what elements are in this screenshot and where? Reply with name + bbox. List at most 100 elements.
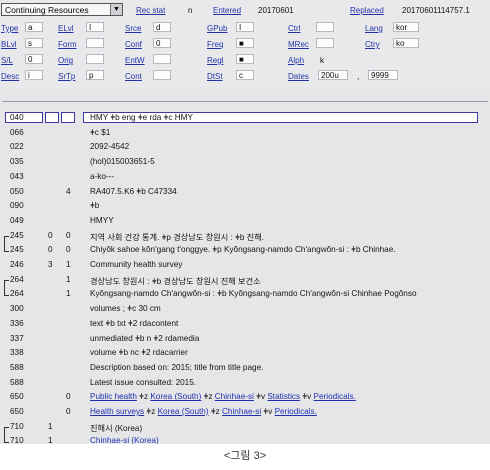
indicator-2[interactable]: 1 — [66, 260, 71, 269]
field-content[interactable]: 진해시 (Korea) — [90, 422, 142, 434]
field-tag[interactable]: 040 — [10, 113, 24, 122]
entw-label[interactable]: EntW — [125, 56, 145, 65]
orig-label[interactable]: Orig — [58, 56, 73, 65]
indicator-1[interactable]: 1 — [48, 422, 53, 431]
field-tag[interactable]: 049 — [10, 216, 24, 225]
marc-field-row-337[interactable]: 337 unmediated ǂb n ǂ2 rdamedia — [0, 332, 490, 346]
cont2-label[interactable]: Cont — [125, 72, 142, 81]
marc-field-row-264[interactable]: 264 1 Kyŏngsang-namdo Ch'angwŏn-si : ǂb Ky… — [0, 287, 490, 301]
field-tag[interactable]: 245 — [10, 231, 24, 240]
type-label[interactable]: Type — [1, 24, 18, 33]
marc-field-row-588[interactable]: 588 Latest issue consulted: 2015. — [0, 376, 490, 390]
field-content[interactable]: Health surveys ǂz Korea (South) ǂz Chinh… — [90, 407, 317, 416]
field-tag[interactable]: 264 — [10, 275, 24, 284]
field-tag[interactable]: 246 — [10, 260, 24, 269]
field-content[interactable]: (hol)015003651-5 — [90, 157, 155, 166]
field-content[interactable]: volumes ; ǂc 30 cm — [90, 304, 161, 313]
field-content[interactable]: unmediated ǂb n ǂ2 rdamedia — [90, 334, 199, 343]
field-tag[interactable]: 336 — [10, 319, 24, 328]
field-content[interactable]: RA407.5.K6 ǂb C47334 — [90, 187, 177, 196]
subject-heading-link[interactable]: Periodicals. — [314, 392, 356, 401]
field-content[interactable]: 2092-4542 — [90, 142, 129, 151]
field-tag[interactable]: 710 — [10, 422, 24, 431]
lang-field[interactable]: kor — [393, 22, 419, 32]
alph-value[interactable]: k — [320, 56, 324, 65]
marc-field-row-336[interactable]: 336 text ǂb txt ǂ2 rdacontent — [0, 317, 490, 331]
srce-label[interactable]: Srce — [125, 24, 141, 33]
elvl-field[interactable]: I — [86, 22, 104, 32]
sl-label[interactable]: S/L — [1, 56, 13, 65]
marc-field-row-049[interactable]: 049 HMYY — [0, 214, 490, 228]
field-content[interactable]: ǂc $1 — [90, 128, 110, 137]
indicator-1[interactable]: 0 — [48, 231, 53, 240]
blvl-label[interactable]: BLvl — [1, 40, 17, 49]
dates-label[interactable]: Dates — [288, 72, 309, 81]
field-tag[interactable]: 050 — [10, 187, 24, 196]
subject-heading-link[interactable]: Chinhae-si — [222, 407, 261, 416]
date1-field[interactable]: 200u — [318, 70, 348, 80]
conf-label[interactable]: Conf — [125, 40, 142, 49]
srce-field[interactable]: d — [153, 22, 171, 32]
marc-field-row-246[interactable]: 246 3 1 Community health survey — [0, 258, 490, 272]
field-tag[interactable]: 090 — [10, 201, 24, 210]
regl-label[interactable]: Regl — [207, 56, 223, 65]
mrec-label[interactable]: MRec — [288, 40, 309, 49]
type-field[interactable]: a — [25, 22, 43, 32]
gpub-field[interactable]: I — [236, 22, 254, 32]
ctry-label[interactable]: Ctry — [365, 40, 380, 49]
field-tag[interactable]: 264 — [10, 289, 24, 298]
entw-field[interactable] — [153, 54, 171, 64]
regl-field[interactable]: ■ — [236, 54, 254, 64]
date2-field[interactable]: 9999 — [368, 70, 398, 80]
field-tag[interactable]: 043 — [10, 172, 24, 181]
field-content[interactable]: Chiyŏk sahoe kŏn'gang t'onggye. ǂp Kyŏng… — [90, 245, 396, 254]
mrec-field[interactable] — [316, 38, 334, 48]
field-tag[interactable]: 035 — [10, 157, 24, 166]
srtp-field[interactable]: p — [86, 70, 104, 80]
form-field[interactable] — [86, 38, 104, 48]
field-tag[interactable]: 650 — [10, 407, 24, 416]
rec-stat-value[interactable]: n — [188, 6, 192, 15]
marc-field-row-300[interactable]: 300 volumes ; ǂc 30 cm — [0, 302, 490, 316]
indicator-2[interactable]: 1 — [66, 289, 71, 298]
ctry-field[interactable]: ko — [393, 38, 419, 48]
field-tag[interactable]: 245 — [10, 245, 24, 254]
field-content[interactable]: ǂb — [90, 201, 99, 210]
field-tag[interactable]: 066 — [10, 128, 24, 137]
indicator-2[interactable]: 0 — [66, 392, 71, 401]
form-label[interactable]: Form — [58, 40, 77, 49]
indicator-1[interactable]: 3 — [48, 260, 53, 269]
field-tag[interactable]: 337 — [10, 334, 24, 343]
marc-field-row-040[interactable]: 040 HMY ǂb eng ǂe rda ǂc HMY — [0, 111, 490, 125]
indicator-2[interactable]: 0 — [66, 407, 71, 416]
subject-heading-link[interactable]: Periodicals. — [275, 407, 317, 416]
conf-field[interactable]: 0 — [153, 38, 171, 48]
lang-label[interactable]: Lang — [365, 24, 383, 33]
gpub-label[interactable]: GPub — [207, 24, 227, 33]
ctrl-label[interactable]: Ctrl — [288, 24, 300, 33]
field-content[interactable]: text ǂb txt ǂ2 rdacontent — [90, 319, 178, 328]
marc-field-row-710[interactable]: 710 1 Chinhae-si (Korea) — [0, 434, 490, 444]
field-tag[interactable]: 710 — [10, 436, 24, 444]
dtst-label[interactable]: DtSt — [207, 72, 223, 81]
subject-heading-link[interactable]: Public health — [90, 392, 137, 401]
dtst-field[interactable]: c — [236, 70, 254, 80]
field-content[interactable]: Chinhae-si (Korea) — [90, 436, 159, 444]
field-content[interactable]: HMY ǂb eng ǂe rda ǂc HMY — [90, 113, 193, 122]
srtp-label[interactable]: SrTp — [58, 72, 75, 81]
field-content[interactable]: a-ko--- — [90, 172, 114, 181]
chevron-down-icon[interactable]: ▼ — [110, 4, 122, 15]
material-type-select[interactable]: Continuing Resources ▼ — [1, 3, 123, 16]
elvl-label[interactable]: ELvl — [58, 24, 74, 33]
cont2-field[interactable] — [153, 70, 171, 80]
field-content[interactable]: Kyŏngsang-namdo Ch'angwŏn-si : ǂb Kyŏngs… — [90, 289, 417, 298]
marc-field-row-022[interactable]: 022 2092-4542 — [0, 140, 490, 154]
marc-field-row-650[interactable]: 650 0 Health surveys ǂz Korea (South) ǂz C… — [0, 405, 490, 419]
marc-field-row-050[interactable]: 050 4 RA407.5.K6 ǂb C47334 — [0, 185, 490, 199]
field-tag[interactable]: 588 — [10, 363, 24, 372]
field-tag[interactable]: 022 — [10, 142, 24, 151]
field-content[interactable]: Public health ǂz Korea (South) ǂz Chinha… — [90, 392, 356, 401]
marc-field-row-588[interactable]: 588 Description based on: 2015; title fro… — [0, 361, 490, 375]
sl-field[interactable]: 0 — [25, 54, 43, 64]
indicator-2[interactable]: 1 — [66, 275, 71, 284]
